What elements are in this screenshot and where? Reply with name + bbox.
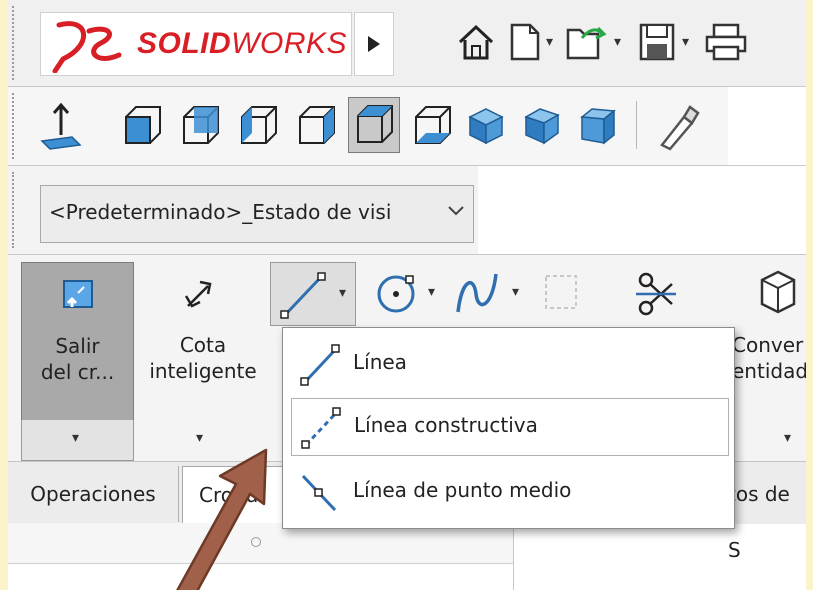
open-document-icon[interactable]: [564, 20, 608, 64]
isometric-view-icon[interactable]: [466, 103, 506, 149]
exit-sketch-dropdown[interactable]: ▾: [21, 420, 134, 461]
dimetric-view-icon[interactable]: [578, 103, 618, 149]
exit-sketch-icon: [63, 280, 93, 308]
new-dropdown-caret[interactable]: ▾: [546, 34, 553, 50]
display-state-value: <Predeterminado>_Estado de visi: [49, 200, 392, 224]
exit-sketch-label: Salir del cr...: [40, 334, 115, 384]
top-view-icon: [357, 105, 393, 143]
front-view-icon[interactable]: [120, 103, 164, 149]
annotation-arrow-icon: [176, 448, 268, 590]
chevron-down-icon: ▾: [72, 430, 80, 446]
spline-tool-icon[interactable]: [452, 268, 502, 318]
menu-item-linea-punto-medio[interactable]: Línea de punto medio: [291, 464, 727, 520]
menu-item-label: Línea constructiva: [354, 413, 538, 437]
line-dropdown-caret[interactable]: ▾: [339, 285, 346, 301]
exit-sketch-button[interactable]: Salir del cr...: [21, 262, 134, 422]
view-toolbar: [8, 87, 728, 165]
save-dropdown-caret[interactable]: ▾: [682, 34, 689, 50]
midpoint-line-icon: [301, 474, 337, 512]
line-icon: [280, 272, 326, 319]
menu-item-label: Línea de punto medio: [353, 478, 572, 502]
smart-dimension-button[interactable]: Cota inteligente ▾: [136, 262, 270, 460]
line-icon: [300, 344, 340, 386]
ds-logo-icon: [52, 21, 122, 73]
right-view-icon[interactable]: [294, 103, 338, 149]
display-state-select[interactable]: <Predeterminado>_Estado de visi: [40, 185, 474, 243]
toolbar-grip[interactable]: [12, 6, 17, 80]
new-document-icon[interactable]: [508, 22, 542, 62]
top-view-button-selected[interactable]: [348, 97, 400, 153]
solidworks-window: SOLIDWORKS ▾ ▾ ▾ <Predeterminado>_Estado…: [8, 0, 806, 590]
toolbar-grip[interactable]: [12, 172, 17, 248]
circle-dropdown-caret[interactable]: ▾: [428, 284, 435, 300]
menu-item-linea-constructiva[interactable]: Línea constructiva: [291, 398, 729, 456]
flashlight-icon[interactable]: [654, 101, 700, 151]
spline-dropdown-caret[interactable]: ▾: [512, 284, 519, 300]
menu-item-label: Línea: [353, 350, 407, 374]
convert-entities-label[interactable]: Conver entidad: [732, 332, 806, 384]
menu-item-linea[interactable]: Línea: [291, 336, 727, 392]
convert-entities-icon[interactable]: [758, 268, 798, 318]
back-view-icon[interactable]: [178, 103, 222, 149]
brand-name: SOLIDWORKS: [137, 27, 348, 60]
line-tool-menu: Línea Línea constructiva Línea de punto …: [282, 327, 735, 529]
home-icon[interactable]: [456, 22, 496, 62]
normal-to-icon[interactable]: [38, 101, 84, 151]
trim-entities-icon[interactable]: [632, 268, 678, 322]
smart-dimension-icon: [184, 280, 212, 308]
toolbar-grip[interactable]: [12, 93, 17, 159]
solidworks-logo[interactable]: SOLIDWORKS: [40, 12, 352, 76]
left-view-icon[interactable]: [236, 103, 280, 149]
smart-dimension-label: Cota inteligente: [149, 333, 257, 383]
standard-toolbar: SOLIDWORKS ▾ ▾ ▾: [8, 0, 806, 86]
expand-menu-button[interactable]: [354, 12, 394, 76]
chevron-down-icon: [448, 206, 464, 216]
line-tool-button[interactable]: ▾: [270, 262, 356, 326]
expand-arrow-icon: [368, 36, 380, 52]
bottom-view-icon[interactable]: [410, 103, 454, 149]
construction-line-icon: [301, 407, 341, 449]
open-dropdown-caret[interactable]: ▾: [614, 34, 621, 50]
toolbar-separator: [636, 101, 637, 149]
print-icon[interactable]: [704, 22, 748, 62]
save-icon[interactable]: [638, 22, 676, 62]
rectangle-tool-disabled-icon: [545, 275, 577, 309]
chevron-down-icon[interactable]: ▾: [784, 430, 791, 446]
tab-evaluate[interactable]: tos de S: [728, 466, 806, 562]
trimetric-view-icon[interactable]: [522, 103, 562, 149]
circle-tool-icon[interactable]: [372, 270, 420, 318]
